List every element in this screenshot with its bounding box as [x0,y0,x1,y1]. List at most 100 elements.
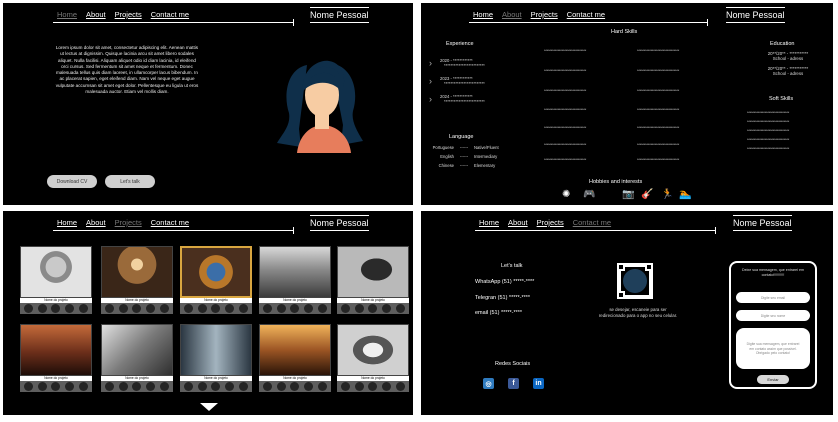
skill-stars: ******************************* [637,157,680,162]
skill-stars: ******************************* [637,48,680,53]
chevron-right-icon[interactable]: › [429,59,432,68]
nav-divider [475,227,716,234]
telegram-contact[interactable]: Telegran (51) *****-**** [475,295,530,301]
education-item: 20**/20** - *********** School - adress [767,51,809,61]
camera-icon: 📷 [622,189,635,200]
project-image [20,324,92,376]
skill-stars: ******************************* [544,107,587,112]
about-section: Home About Projects Contact me Nome Pess… [421,3,833,205]
whatsapp-contact[interactable]: WhatsApp (51) *****-**** [475,279,534,285]
skill-stars: ******************************* [637,142,680,147]
contact-form: Deixe sua mensagem, que entrarei em cont… [729,261,817,389]
education-title: Education [770,41,795,47]
nav-projects[interactable]: Projects [115,218,142,227]
project-card[interactable]: Nome do projeto [259,324,331,392]
skill-stars: ******************************* [637,107,680,112]
swimming-icon: 🏊 [679,189,692,200]
top-nav: Home About Projects Contact me [479,218,611,227]
qr-code[interactable] [617,263,653,299]
nav-home[interactable]: Home [57,10,77,19]
nav-divider [469,19,708,26]
nav-about[interactable]: About [502,10,522,19]
skill-stars: ******************************* [637,68,680,73]
project-card[interactable]: Nome do projeto [337,246,409,314]
language-title: Language [449,134,474,140]
skill-stars: ******************************* [747,128,790,133]
nav-about[interactable]: About [86,10,106,19]
running-icon: 🏃 [661,189,674,200]
nav-contact[interactable]: Contact me [567,10,605,19]
hobbies-title: Hobbies and interests [589,179,643,185]
nav-projects[interactable]: Projects [537,218,564,227]
message-field[interactable]: Digite sua mensagem, que entrarei em con… [736,328,810,369]
project-tech-icons [337,303,409,314]
language-row: Chinese ------ Elementary [438,163,496,168]
facebook-icon[interactable]: f [508,378,519,389]
skill-stars: ******************************* [544,48,587,53]
project-image [180,246,252,298]
lets-talk-button[interactable]: Let's talk [105,175,155,188]
nav-contact[interactable]: Contact me [573,218,611,227]
nav-home[interactable]: Home [473,10,493,19]
project-card[interactable]: Nome do projeto [101,324,173,392]
nav-projects[interactable]: Projects [531,10,558,19]
nav-about[interactable]: About [86,218,106,227]
project-tech-icons [337,381,409,392]
project-image [259,246,331,298]
project-card[interactable]: Nome do projeto [101,246,173,314]
chevron-down-icon[interactable] [200,403,218,411]
chevron-right-icon[interactable]: › [429,77,432,86]
brain-icon: ✺ [562,189,571,200]
nav-home[interactable]: Home [479,218,499,227]
contact-section: Home About Projects Contact me Nome Pess… [421,211,833,415]
top-nav: Home About Projects Contact me [57,218,189,227]
chevron-right-icon[interactable]: › [429,95,432,104]
project-card[interactable]: Nome do projeto [259,246,331,314]
brand-name: Nome Pessoal [310,7,369,23]
linkedin-icon[interactable]: in [533,378,544,389]
language-row: Portuguese ------ Native/Fluent [432,145,499,150]
skill-stars: ******************************* [544,88,587,93]
project-tech-icons [259,303,331,314]
nav-contact[interactable]: Contact me [151,10,189,19]
email-field[interactable]: Digite seu email [736,292,810,303]
instagram-icon[interactable]: ◎ [483,378,494,389]
qr-instructions: se desejar, escaneie para ser redirecion… [598,307,678,318]
education-item: 20**/20** - *********** School - adress [767,66,809,76]
nav-contact[interactable]: Contact me [151,218,189,227]
project-image [101,324,173,376]
project-image [180,324,252,376]
nav-projects[interactable]: Projects [115,10,142,19]
project-card[interactable]: Nome do projeto [20,246,92,314]
project-card[interactable]: Nome do projeto [337,324,409,392]
guitar-icon: 🎸 [641,189,654,200]
social-title: Redes Sociais [495,361,531,367]
download-cv-button[interactable]: Download CV [47,175,97,188]
nav-home[interactable]: Home [57,218,77,227]
language-row: English ------ Intermediary [440,154,498,159]
skill-stars: ******************************* [747,137,790,142]
brand-name: Nome Pessoal [733,215,792,231]
about-paragraph: Lorem ipsum dolor sit amet, consectetur … [55,45,199,95]
project-card[interactable]: Nome do projeto [20,324,92,392]
project-image [101,246,173,298]
project-card[interactable]: Nome do projeto [180,246,252,314]
form-intro: Deixe sua mensagem, que entrarei em cont… [742,268,804,277]
gamepad-icon: 🎮 [583,189,596,200]
home-section: Home About Projects Contact me Nome Pess… [3,3,413,205]
project-tech-icons [101,303,173,314]
project-image [337,246,409,298]
skill-stars: ******************************* [747,146,790,151]
project-tech-icons [20,381,92,392]
skill-stars: ******************************* [747,110,790,115]
brand-name: Nome Pessoal [310,215,369,231]
email-contact[interactable]: email (51) *****-**** [475,310,522,316]
hard-skills-title: Hard Skills [611,29,638,35]
skill-stars: ******************************* [544,157,587,162]
send-button[interactable]: Enviar [757,375,789,384]
project-tech-icons [101,381,173,392]
nav-about[interactable]: About [508,218,528,227]
name-field[interactable]: Digite seu nome [736,310,810,321]
project-card[interactable]: Nome do projeto [180,324,252,392]
top-nav: Home About Projects Contact me [57,10,189,19]
